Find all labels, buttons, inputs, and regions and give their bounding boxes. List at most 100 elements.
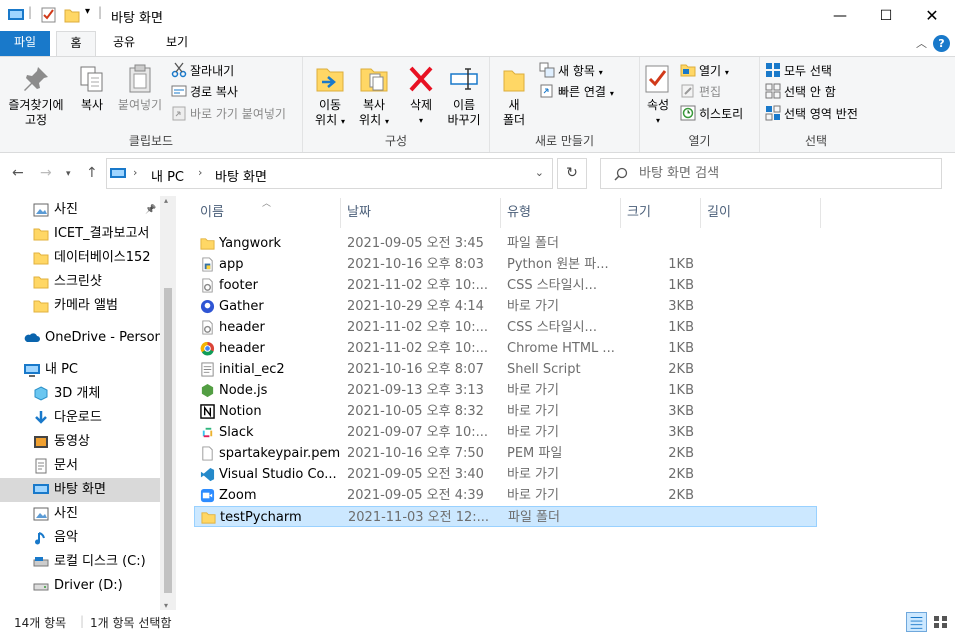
nav-pc-item[interactable]: 로컬 디스크 (C:) <box>0 550 160 574</box>
help-icon[interactable]: ? <box>933 35 950 52</box>
clipboard-group-label: 클립보드 <box>128 134 174 148</box>
file-row[interactable]: Yangwork 2021-09-05 오전 3:45 파일 폴더 <box>194 233 817 254</box>
tab-home[interactable]: 홈 <box>56 31 96 57</box>
new-item-button[interactable]: 새 항목 ▾ <box>539 61 603 81</box>
copy-path-button[interactable]: 경로 복사 <box>171 82 238 102</box>
nav-pc-item[interactable]: 음악 <box>0 526 160 550</box>
nav-onedrive[interactable]: OneDrive - Person <box>0 326 160 350</box>
dropdown-arrow-icon: ▾ <box>609 89 614 98</box>
address-history-chevron-icon[interactable]: ⌄ <box>535 166 544 179</box>
nav-pc-item[interactable]: 동영상 <box>0 430 160 454</box>
paste-button[interactable]: 붙여넣기 <box>114 63 166 113</box>
slack-shortcut-icon <box>202 427 213 438</box>
column-header-size[interactable]: 크기 <box>621 198 701 228</box>
up-arrow-icon[interactable]: ↑ <box>86 165 98 181</box>
copy-to-button[interactable]: 복사 위치 ▾ <box>353 63 395 129</box>
tab-view[interactable]: 보기 <box>155 31 199 56</box>
nav-pc-item[interactable]: 바탕 화면 <box>0 478 160 502</box>
scroll-down-icon[interactable]: ▾ <box>164 601 168 610</box>
column-date-label: 날짜 <box>347 205 371 220</box>
breadcrumb-chevron-icon[interactable]: › <box>133 166 137 179</box>
breadcrumb-this-pc[interactable]: 내 PC <box>151 166 184 185</box>
recent-locations-icon[interactable]: ▾ <box>66 169 71 179</box>
minimize-button[interactable]: — <box>817 0 863 31</box>
new-folder-quick-icon[interactable] <box>64 7 80 23</box>
column-header-length[interactable]: 길이 <box>701 198 821 228</box>
column-header-type[interactable]: 유형 <box>501 198 621 228</box>
file-size: 1KB <box>668 257 694 272</box>
move-to-button[interactable]: 이동 위치 ▾ <box>309 63 351 129</box>
forward-arrow-icon[interactable]: → <box>40 165 52 181</box>
nav-quick-item[interactable]: 카메라 앨범 <box>0 294 160 318</box>
column-header-date[interactable]: 날짜 <box>341 198 501 228</box>
column-header-name[interactable]: 이름 ︿ <box>194 198 341 228</box>
file-row[interactable]: Slack 2021-09-07 오후 10:... 바로 가기 3KB <box>194 422 817 443</box>
close-button[interactable]: ✕ <box>909 0 955 31</box>
large-icons-view-icon[interactable] <box>930 612 951 632</box>
file-row[interactable]: Visual Studio Co... 2021-09-05 오전 3:40 바로 … <box>194 464 817 485</box>
scrollbar-thumb[interactable] <box>164 288 172 593</box>
history-button[interactable]: 히스토리 <box>680 104 743 124</box>
rename-button[interactable]: 이름 바꾸기 <box>441 63 487 128</box>
invert-selection-button[interactable]: 선택 영역 반전 <box>765 104 858 124</box>
search-input[interactable] <box>639 166 929 181</box>
select-none-button[interactable]: 선택 안 함 <box>765 82 836 102</box>
file-row[interactable]: spartakeypair.pem 2021-10-16 오후 7:50 PEM 파… <box>194 443 817 464</box>
cut-button[interactable]: 잘라내기 <box>171 61 234 81</box>
properties-quick-icon[interactable] <box>41 7 57 23</box>
properties-button[interactable]: 속성 ▾ <box>642 63 674 128</box>
ribbon-collapse-icon[interactable]: ︿ <box>916 35 927 51</box>
nav-pc-item[interactable]: 문서 <box>0 454 160 478</box>
file-name: Notion <box>219 404 262 419</box>
zoom-shortcut-icon <box>200 488 215 503</box>
nav-this-pc[interactable]: 내 PC <box>0 358 160 382</box>
drive-icon <box>33 583 49 591</box>
file-type: 바로 가기 <box>507 467 559 482</box>
nav-quick-item[interactable]: 사진 📌 <box>0 198 160 222</box>
delete-button[interactable]: 삭제 ▾ <box>401 63 441 128</box>
customize-quick-access-icon[interactable]: ▾ <box>85 6 90 17</box>
file-row[interactable]: header 2021-11-02 오후 10:... CSS 스타일시... 1KB <box>194 317 817 338</box>
file-row[interactable]: footer 2021-11-02 오후 10:... CSS 스타일시... 1KB <box>194 275 817 296</box>
pictures-icon <box>33 203 49 217</box>
nav-item-label: 바탕 화면 <box>54 482 106 497</box>
file-row[interactable]: initial_ec2 2021-10-16 오후 8:07 Shell Scrip… <box>194 359 817 380</box>
nav-quick-item[interactable]: ICET_결과보고서 <box>0 222 160 246</box>
file-name: app <box>219 257 244 272</box>
file-row[interactable]: app 2021-10-16 오후 8:03 Python 원본 파... 1KB <box>194 254 817 275</box>
file-row[interactable]: Notion 2021-10-05 오후 8:32 바로 가기 3KB <box>194 401 817 422</box>
explorer-window-icon[interactable] <box>8 8 24 22</box>
copy-button[interactable]: 복사 <box>72 63 112 113</box>
back-arrow-icon[interactable]: ← <box>12 165 24 181</box>
scroll-up-icon[interactable]: ▴ <box>164 196 168 205</box>
tab-file[interactable]: 파일 <box>0 31 50 56</box>
search-box[interactable] <box>600 158 942 189</box>
details-view-icon[interactable] <box>906 612 927 632</box>
nav-pc-item[interactable]: Driver (D:) <box>0 574 160 598</box>
file-row[interactable]: Gather 2021-10-29 오후 4:14 바로 가기 3KB <box>194 296 817 317</box>
file-row[interactable]: header 2021-11-02 오후 10:... Chrome HTML ..… <box>194 338 817 359</box>
refresh-button[interactable]: ↻ <box>557 158 587 189</box>
file-row[interactable]: Node.js 2021-09-13 오후 3:13 바로 가기 1KB <box>194 380 817 401</box>
new-folder-button[interactable]: 새 폴더 <box>496 63 532 128</box>
select-all-button[interactable]: 모두 선택 <box>765 61 832 81</box>
file-date: 2021-10-16 오후 8:07 <box>347 362 484 377</box>
tab-share[interactable]: 공유 <box>104 31 144 56</box>
nav-pane-scrollbar[interactable]: ▴ ▾ <box>160 196 176 610</box>
nav-quick-item[interactable]: 데이터베이스152 <box>0 246 160 270</box>
file-row[interactable]: Zoom 2021-09-05 오전 4:39 바로 가기 2KB <box>194 485 817 506</box>
breadcrumb-desktop[interactable]: 바탕 화면 <box>215 166 267 185</box>
nav-pc-item[interactable]: 다운로드 <box>0 406 160 430</box>
paste-shortcut-button[interactable]: 바로 가기 붙여넣기 <box>171 104 286 124</box>
file-row[interactable]: testPycharm 2021-11-03 오전 12:... 파일 폴더 <box>194 506 817 527</box>
easy-access-button[interactable]: 빠른 연결 ▾ <box>539 82 614 102</box>
breadcrumb-chevron-icon[interactable]: › <box>198 166 202 179</box>
address-bar[interactable]: › 내 PC › 바탕 화면 ⌄ <box>106 158 553 189</box>
nav-pc-item[interactable]: 사진 <box>0 502 160 526</box>
maximize-button[interactable]: ☐ <box>863 0 909 31</box>
nav-quick-item[interactable]: 스크린샷 <box>0 270 160 294</box>
nav-pc-item[interactable]: 3D 개체 <box>0 382 160 406</box>
edit-button[interactable]: 편집 <box>680 82 721 102</box>
open-button[interactable]: 열기 ▾ <box>680 61 729 81</box>
pin-quick-access-button[interactable]: 즐겨찾기에 고정 <box>4 63 68 128</box>
